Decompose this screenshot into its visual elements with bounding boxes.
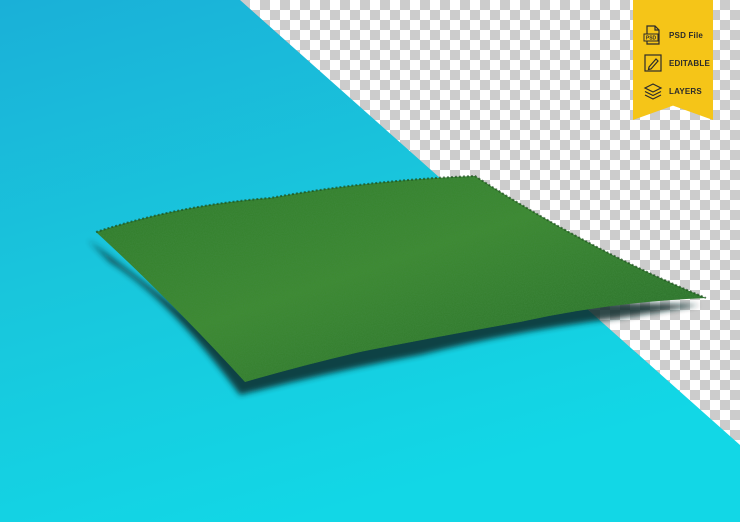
psd-file-icon: PSD [643, 25, 660, 45]
edit-icon [644, 54, 662, 72]
product-scene [0, 0, 740, 522]
layers-row: LAYERS [643, 80, 702, 102]
editable-row: EDITABLE [643, 52, 710, 74]
layers-label: LAYERS [669, 86, 702, 96]
psd-file-row: PSD PSD File [643, 24, 703, 46]
psd-file-label: PSD File [669, 30, 704, 40]
layers-icon [643, 83, 663, 100]
file-info-badge: PSD PSD File EDITABLE LAYERS [633, 0, 713, 120]
editable-label: EDITABLE [669, 58, 711, 68]
psd-icon-text: PSD [646, 36, 657, 42]
